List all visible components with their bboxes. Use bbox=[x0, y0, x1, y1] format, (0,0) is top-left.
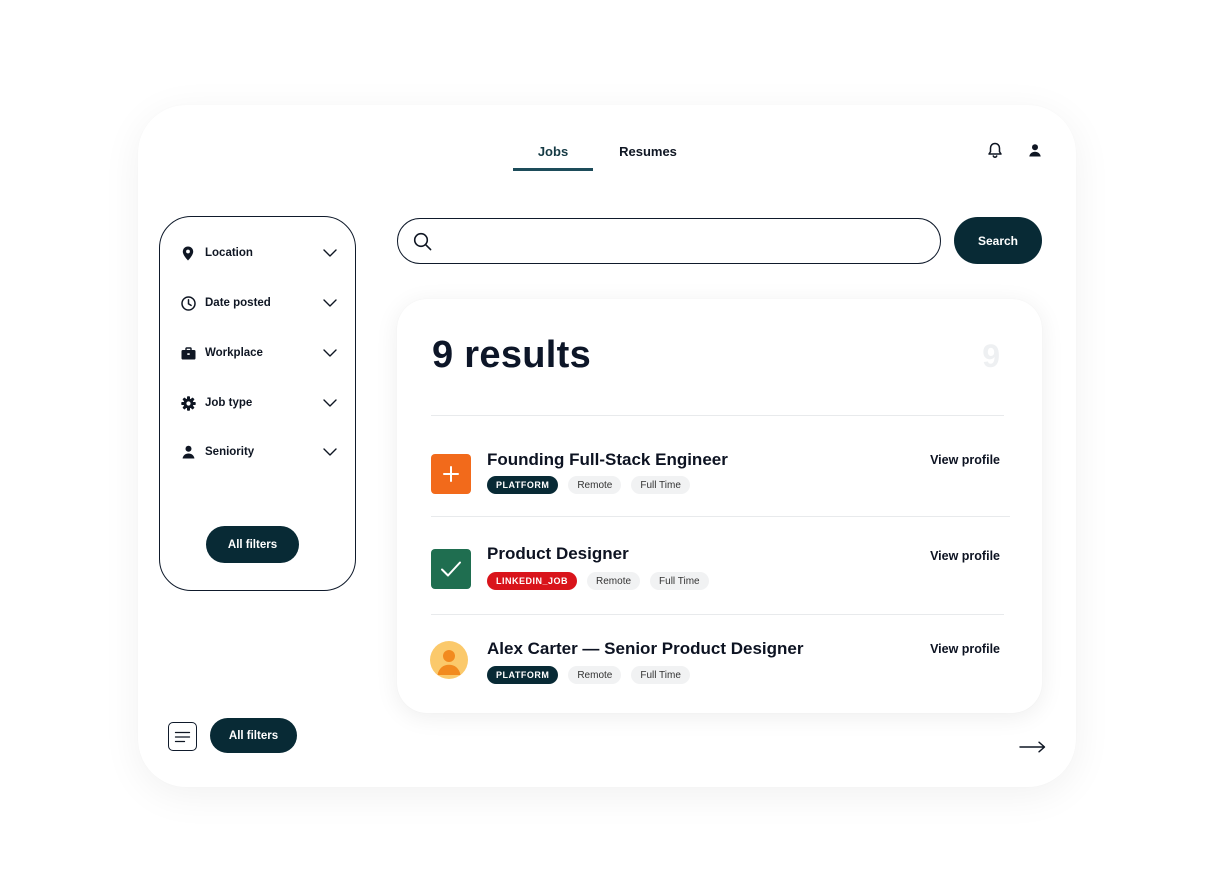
result-title[interactable]: Product Designer bbox=[487, 544, 629, 564]
gear-icon bbox=[180, 395, 196, 411]
chevron-down-icon bbox=[322, 397, 338, 409]
filter-label: Seniority bbox=[205, 446, 255, 458]
filter-panel: Location Date posted Workplace Job type … bbox=[159, 216, 356, 591]
source-badge: PLATFORM bbox=[487, 666, 559, 684]
tag-job-type: Full Time bbox=[631, 666, 690, 684]
result-row[interactable]: Founding Full-Stack Engineer PLATFORM Re… bbox=[397, 439, 1042, 519]
view-profile-link[interactable]: View profile bbox=[930, 642, 1000, 656]
filter-label: Job type bbox=[205, 397, 253, 409]
source-badge: LINKEDIN_JOB bbox=[487, 572, 578, 590]
result-tags: PLATFORM Remote Full Time bbox=[487, 666, 690, 684]
divider bbox=[431, 415, 1004, 416]
arrow-right-icon[interactable] bbox=[1018, 738, 1046, 756]
tag-job-type: Full Time bbox=[631, 476, 690, 494]
search-bar bbox=[397, 218, 941, 264]
chevron-down-icon bbox=[322, 297, 338, 309]
filter-label: Location bbox=[205, 247, 253, 259]
results-panel: 9 results 9 Founding Full-Stack Engineer… bbox=[397, 299, 1042, 713]
tag-workplace: Remote bbox=[568, 666, 622, 684]
checkmark-logo-icon bbox=[431, 549, 471, 589]
search-input[interactable] bbox=[440, 219, 940, 263]
result-row[interactable]: Product Designer LINKEDIN_JOB Remote Ful… bbox=[397, 535, 1042, 615]
source-badge: PLATFORM bbox=[487, 476, 559, 494]
divider bbox=[431, 614, 1004, 615]
results-title: 9 results bbox=[432, 334, 592, 376]
tab-resumes[interactable]: Resumes bbox=[593, 141, 703, 171]
result-tags: PLATFORM Remote Full Time bbox=[487, 476, 690, 494]
results-count-faint: 9 bbox=[982, 338, 1000, 374]
filter-seniority[interactable]: Seniority bbox=[180, 441, 338, 463]
all-filters-button[interactable]: All filters bbox=[206, 526, 299, 563]
filter-location[interactable]: Location bbox=[180, 242, 338, 264]
result-title[interactable]: Founding Full-Stack Engineer bbox=[487, 450, 728, 470]
result-title[interactable]: Alex Carter — Senior Product Designer bbox=[487, 639, 803, 659]
clock-icon bbox=[180, 295, 196, 311]
search-button[interactable]: Search bbox=[954, 217, 1042, 264]
filter-label: Date posted bbox=[205, 297, 271, 309]
briefcase-icon bbox=[180, 345, 196, 361]
tag-workplace: Remote bbox=[587, 572, 641, 590]
avatar bbox=[430, 641, 468, 679]
tag-job-type: Full Time bbox=[650, 572, 709, 590]
chevron-down-icon bbox=[322, 247, 338, 259]
bell-icon[interactable] bbox=[986, 141, 1004, 159]
chevron-down-icon bbox=[322, 347, 338, 359]
filter-job-type[interactable]: Job type bbox=[180, 392, 338, 414]
chevron-down-icon bbox=[322, 446, 338, 458]
tag-workplace: Remote bbox=[568, 476, 622, 494]
person-icon bbox=[180, 444, 196, 460]
divider bbox=[431, 516, 1010, 517]
view-profile-link[interactable]: View profile bbox=[930, 453, 1000, 467]
result-tags: LINKEDIN_JOB Remote Full Time bbox=[487, 572, 709, 590]
view-profile-link[interactable]: View profile bbox=[930, 549, 1000, 563]
filter-workplace[interactable]: Workplace bbox=[180, 342, 338, 364]
result-row[interactable]: Alex Carter — Senior Product Designer PL… bbox=[397, 630, 1042, 710]
footer-all-filters-button[interactable]: All filters bbox=[210, 718, 297, 753]
plus-logo-icon bbox=[431, 454, 471, 494]
menu-icon[interactable] bbox=[168, 722, 197, 751]
tab-jobs[interactable]: Jobs bbox=[513, 141, 593, 171]
map-pin-icon bbox=[180, 245, 196, 261]
nav-tabs: Jobs Resumes bbox=[513, 141, 703, 171]
user-icon[interactable] bbox=[1026, 141, 1044, 159]
filter-date-posted[interactable]: Date posted bbox=[180, 292, 338, 314]
filter-label: Workplace bbox=[205, 347, 263, 359]
search-icon bbox=[413, 232, 432, 251]
